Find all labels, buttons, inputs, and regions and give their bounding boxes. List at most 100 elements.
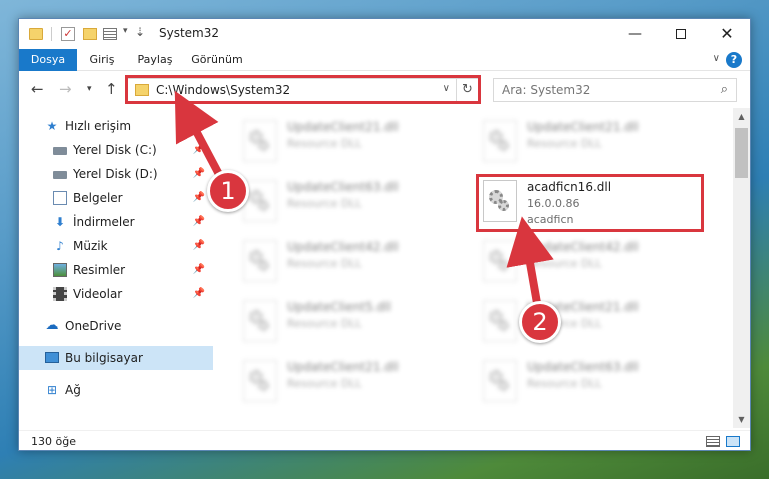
pin-icon[interactable]: 📌 (193, 162, 205, 186)
scroll-up-icon[interactable]: ▲ (733, 108, 750, 125)
star-icon: ★ (46, 119, 58, 133)
dll-file-icon (483, 300, 517, 342)
dll-file-icon (243, 300, 277, 342)
download-icon: ⬇ (54, 215, 66, 229)
pictures-icon (53, 263, 67, 277)
pin-icon[interactable]: 📌 (193, 282, 205, 306)
sidebar-item-label: Yerel Disk (D:) (73, 167, 158, 181)
sidebar-item-label: Bu bilgisayar (65, 351, 143, 365)
properties-check-icon[interactable]: ✓ (61, 27, 75, 41)
recent-locations-icon[interactable]: ▾ (87, 84, 92, 94)
sidebar-item-label: OneDrive (65, 319, 122, 333)
drive-icon (53, 171, 67, 179)
file-item[interactable]: UpdateClient63.dll Resource DLL (237, 176, 467, 228)
vertical-scrollbar[interactable]: ▲ ▼ (733, 108, 750, 428)
file-item[interactable]: UpdateClient21.dll Resource DLL (477, 296, 707, 348)
sidebar-item-music[interactable]: ♪ Müzik 📌 (19, 234, 213, 258)
pin-icon[interactable]: 📌 (193, 234, 205, 258)
scroll-thumb[interactable] (735, 128, 748, 178)
sidebar-item-label: Ağ (65, 383, 81, 397)
step-2-badge: 2 (519, 301, 561, 343)
sidebar-item-onedrive[interactable]: ☁ OneDrive (19, 314, 213, 338)
file-type: Resource DLL (527, 257, 602, 270)
step-1-badge: 1 (207, 170, 249, 212)
file-highlight-box (476, 174, 704, 232)
file-item[interactable]: UpdateClient63.dll Resource DLL (477, 356, 707, 408)
cloud-icon: ☁ (45, 318, 59, 333)
customize-toolbar-icon[interactable]: ⇣ (135, 25, 145, 41)
folder-icon (29, 28, 43, 40)
file-type: Resource DLL (287, 377, 362, 390)
music-icon: ♪ (56, 239, 64, 253)
file-item[interactable]: UpdateClient21.dll Resource DLL (237, 356, 467, 408)
back-arrow-icon[interactable]: ← (31, 80, 44, 98)
title-bar: ✓ ▾ ⇣ System32 — ✕ (19, 19, 750, 49)
file-name: UpdateClient63.dll (287, 180, 399, 194)
dll-file-icon (483, 120, 517, 162)
sidebar-item-network[interactable]: ⊞ Ağ (19, 378, 213, 402)
file-item[interactable]: UpdateClient5.dll Resource DLL (237, 296, 467, 348)
window-title: System32 (159, 26, 220, 40)
network-icon: ⊞ (46, 383, 58, 397)
search-box[interactable]: ⌕ (493, 78, 737, 102)
file-item[interactable]: UpdateClient21.dll Resource DLL (477, 116, 707, 168)
sidebar-item-quick-access[interactable]: ★ Hızlı erişim (19, 114, 213, 138)
pin-icon[interactable]: 📌 (193, 138, 205, 162)
file-type: Resource DLL (287, 317, 362, 330)
details-view-icon[interactable] (706, 436, 720, 447)
sidebar-item-downloads[interactable]: ⬇ İndirmeler 📌 (19, 210, 213, 234)
file-type: Resource DLL (287, 197, 362, 210)
pin-icon[interactable]: 📌 (193, 186, 205, 210)
file-name: UpdateClient21.dll (287, 360, 399, 374)
file-type: Resource DLL (287, 257, 362, 270)
file-item[interactable]: UpdateClient42.dll Resource DLL (477, 236, 707, 288)
sidebar-item-label: Belgeler (73, 191, 123, 205)
file-list: UpdateClient21.dll Resource DLL UpdateCl… (219, 108, 731, 428)
documents-icon (53, 191, 67, 205)
minimize-button[interactable]: — (612, 19, 658, 49)
close-button[interactable]: ✕ (704, 19, 750, 49)
sidebar-item-local-disk-d[interactable]: Yerel Disk (D:) 📌 (19, 162, 213, 186)
sidebar-item-label: Resimler (73, 263, 126, 277)
sidebar-item-label: Müzik (73, 239, 108, 253)
tab-view[interactable]: Görünüm (189, 49, 245, 71)
scroll-down-icon[interactable]: ▼ (733, 411, 750, 428)
navigation-pane: ★ Hızlı erişim Yerel Disk (C:) 📌 Yerel D… (19, 108, 213, 428)
dll-file-icon (243, 360, 277, 402)
sidebar-item-this-pc[interactable]: Bu bilgisayar (19, 346, 213, 370)
tab-file[interactable]: Dosya (19, 49, 77, 71)
sidebar-item-label: Yerel Disk (C:) (73, 143, 157, 157)
chevron-down-icon[interactable]: ▾ (123, 26, 128, 42)
search-input[interactable] (502, 83, 702, 97)
file-item[interactable]: UpdateClient21.dll Resource DLL (237, 116, 467, 168)
file-name: UpdateClient21.dll (527, 120, 639, 134)
up-arrow-icon[interactable]: ↑ (105, 80, 118, 98)
tab-home[interactable]: Giriş (83, 49, 121, 71)
sidebar-item-label: Videolar (73, 287, 123, 301)
file-type: Resource DLL (527, 377, 602, 390)
sidebar-item-local-disk-c[interactable]: Yerel Disk (C:) 📌 (19, 138, 213, 162)
view-list-icon[interactable] (103, 28, 117, 40)
large-icons-view-icon[interactable] (726, 436, 740, 447)
status-bar: 130 öğe (19, 430, 750, 450)
sidebar-item-pictures[interactable]: Resimler 📌 (19, 258, 213, 282)
file-type: Resource DLL (287, 137, 362, 150)
help-icon[interactable]: ? (726, 52, 742, 68)
dll-file-icon (483, 240, 517, 282)
sidebar-item-label: Hızlı erişim (65, 119, 132, 133)
sidebar-item-videos[interactable]: Videolar 📌 (19, 282, 213, 306)
expand-ribbon-icon[interactable]: ∨ (713, 53, 720, 64)
videos-icon (53, 287, 67, 301)
new-folder-icon[interactable] (83, 28, 97, 40)
search-icon[interactable]: ⌕ (721, 82, 728, 97)
file-name: UpdateClient5.dll (287, 300, 391, 314)
tab-share[interactable]: Paylaş (135, 49, 175, 71)
file-type: Resource DLL (527, 137, 602, 150)
sidebar-item-documents[interactable]: Belgeler 📌 (19, 186, 213, 210)
file-item[interactable]: UpdateClient42.dll Resource DLL (237, 236, 467, 288)
maximize-button[interactable] (658, 19, 704, 49)
pin-icon[interactable]: 📌 (193, 210, 205, 234)
pin-icon[interactable]: 📌 (193, 258, 205, 282)
forward-arrow-icon[interactable]: → (59, 80, 72, 98)
file-name: UpdateClient42.dll (287, 240, 399, 254)
